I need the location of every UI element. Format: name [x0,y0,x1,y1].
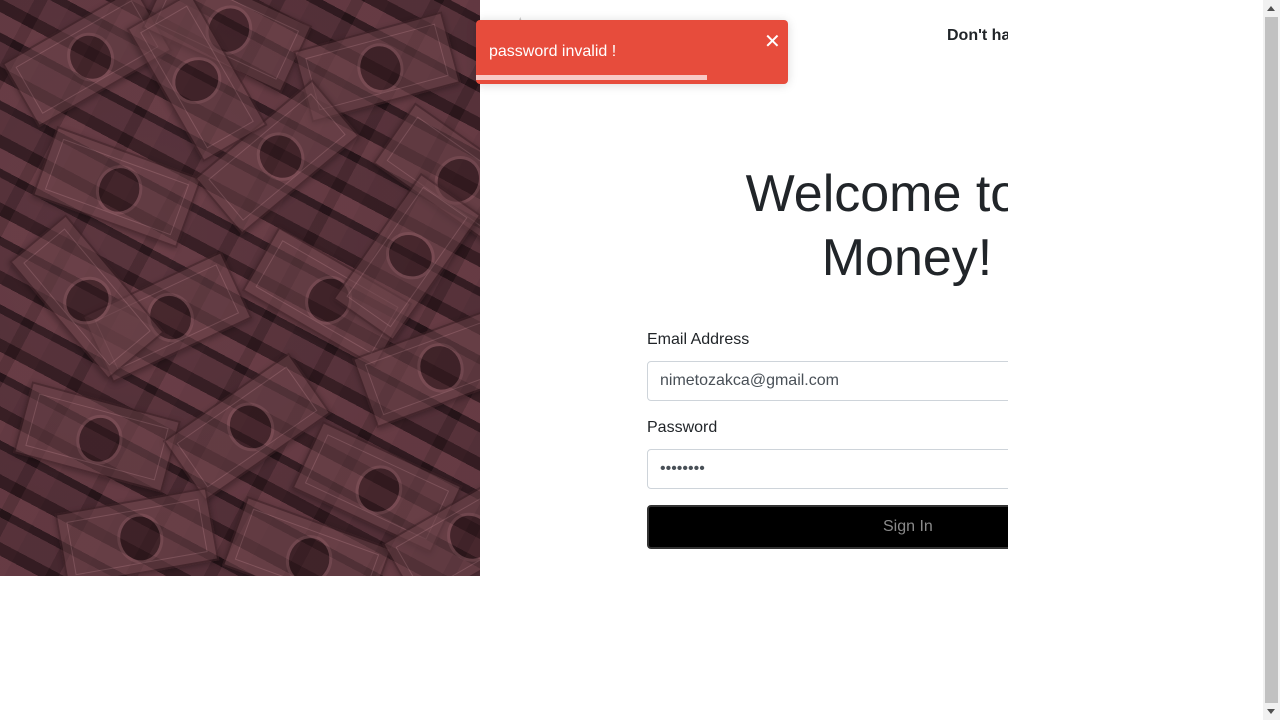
title-line-1: Welcome to B [745,165,1008,223]
toast-progress-bar [476,75,707,80]
scroll-down-icon[interactable] [1263,703,1280,720]
hero-money-image [0,0,480,576]
error-toast: password invalid ! ✕ [476,20,788,84]
signup-link[interactable]: Don't ha [947,27,1008,45]
dollar-bill-graphic [13,381,181,493]
dollar-bill-graphic [54,487,220,576]
login-panel: ★ Don't ha Welcome to B Money! Email Add… [480,0,1008,720]
password-field[interactable] [647,449,1008,489]
email-field[interactable] [647,361,1008,401]
vertical-scrollbar[interactable] [1263,0,1280,720]
sign-in-button[interactable]: Sign In [647,505,1008,549]
toast-message: password invalid ! [489,43,617,60]
password-label: Password [647,419,718,436]
scroll-thumb[interactable] [1265,17,1278,703]
sign-in-label: Sign In [883,518,933,535]
email-label: Email Address [647,331,750,348]
page-title: Welcome to B Money! [647,162,1008,290]
close-icon[interactable]: ✕ [764,32,781,52]
scroll-up-icon[interactable] [1263,0,1280,17]
title-line-2: Money! [821,229,993,287]
